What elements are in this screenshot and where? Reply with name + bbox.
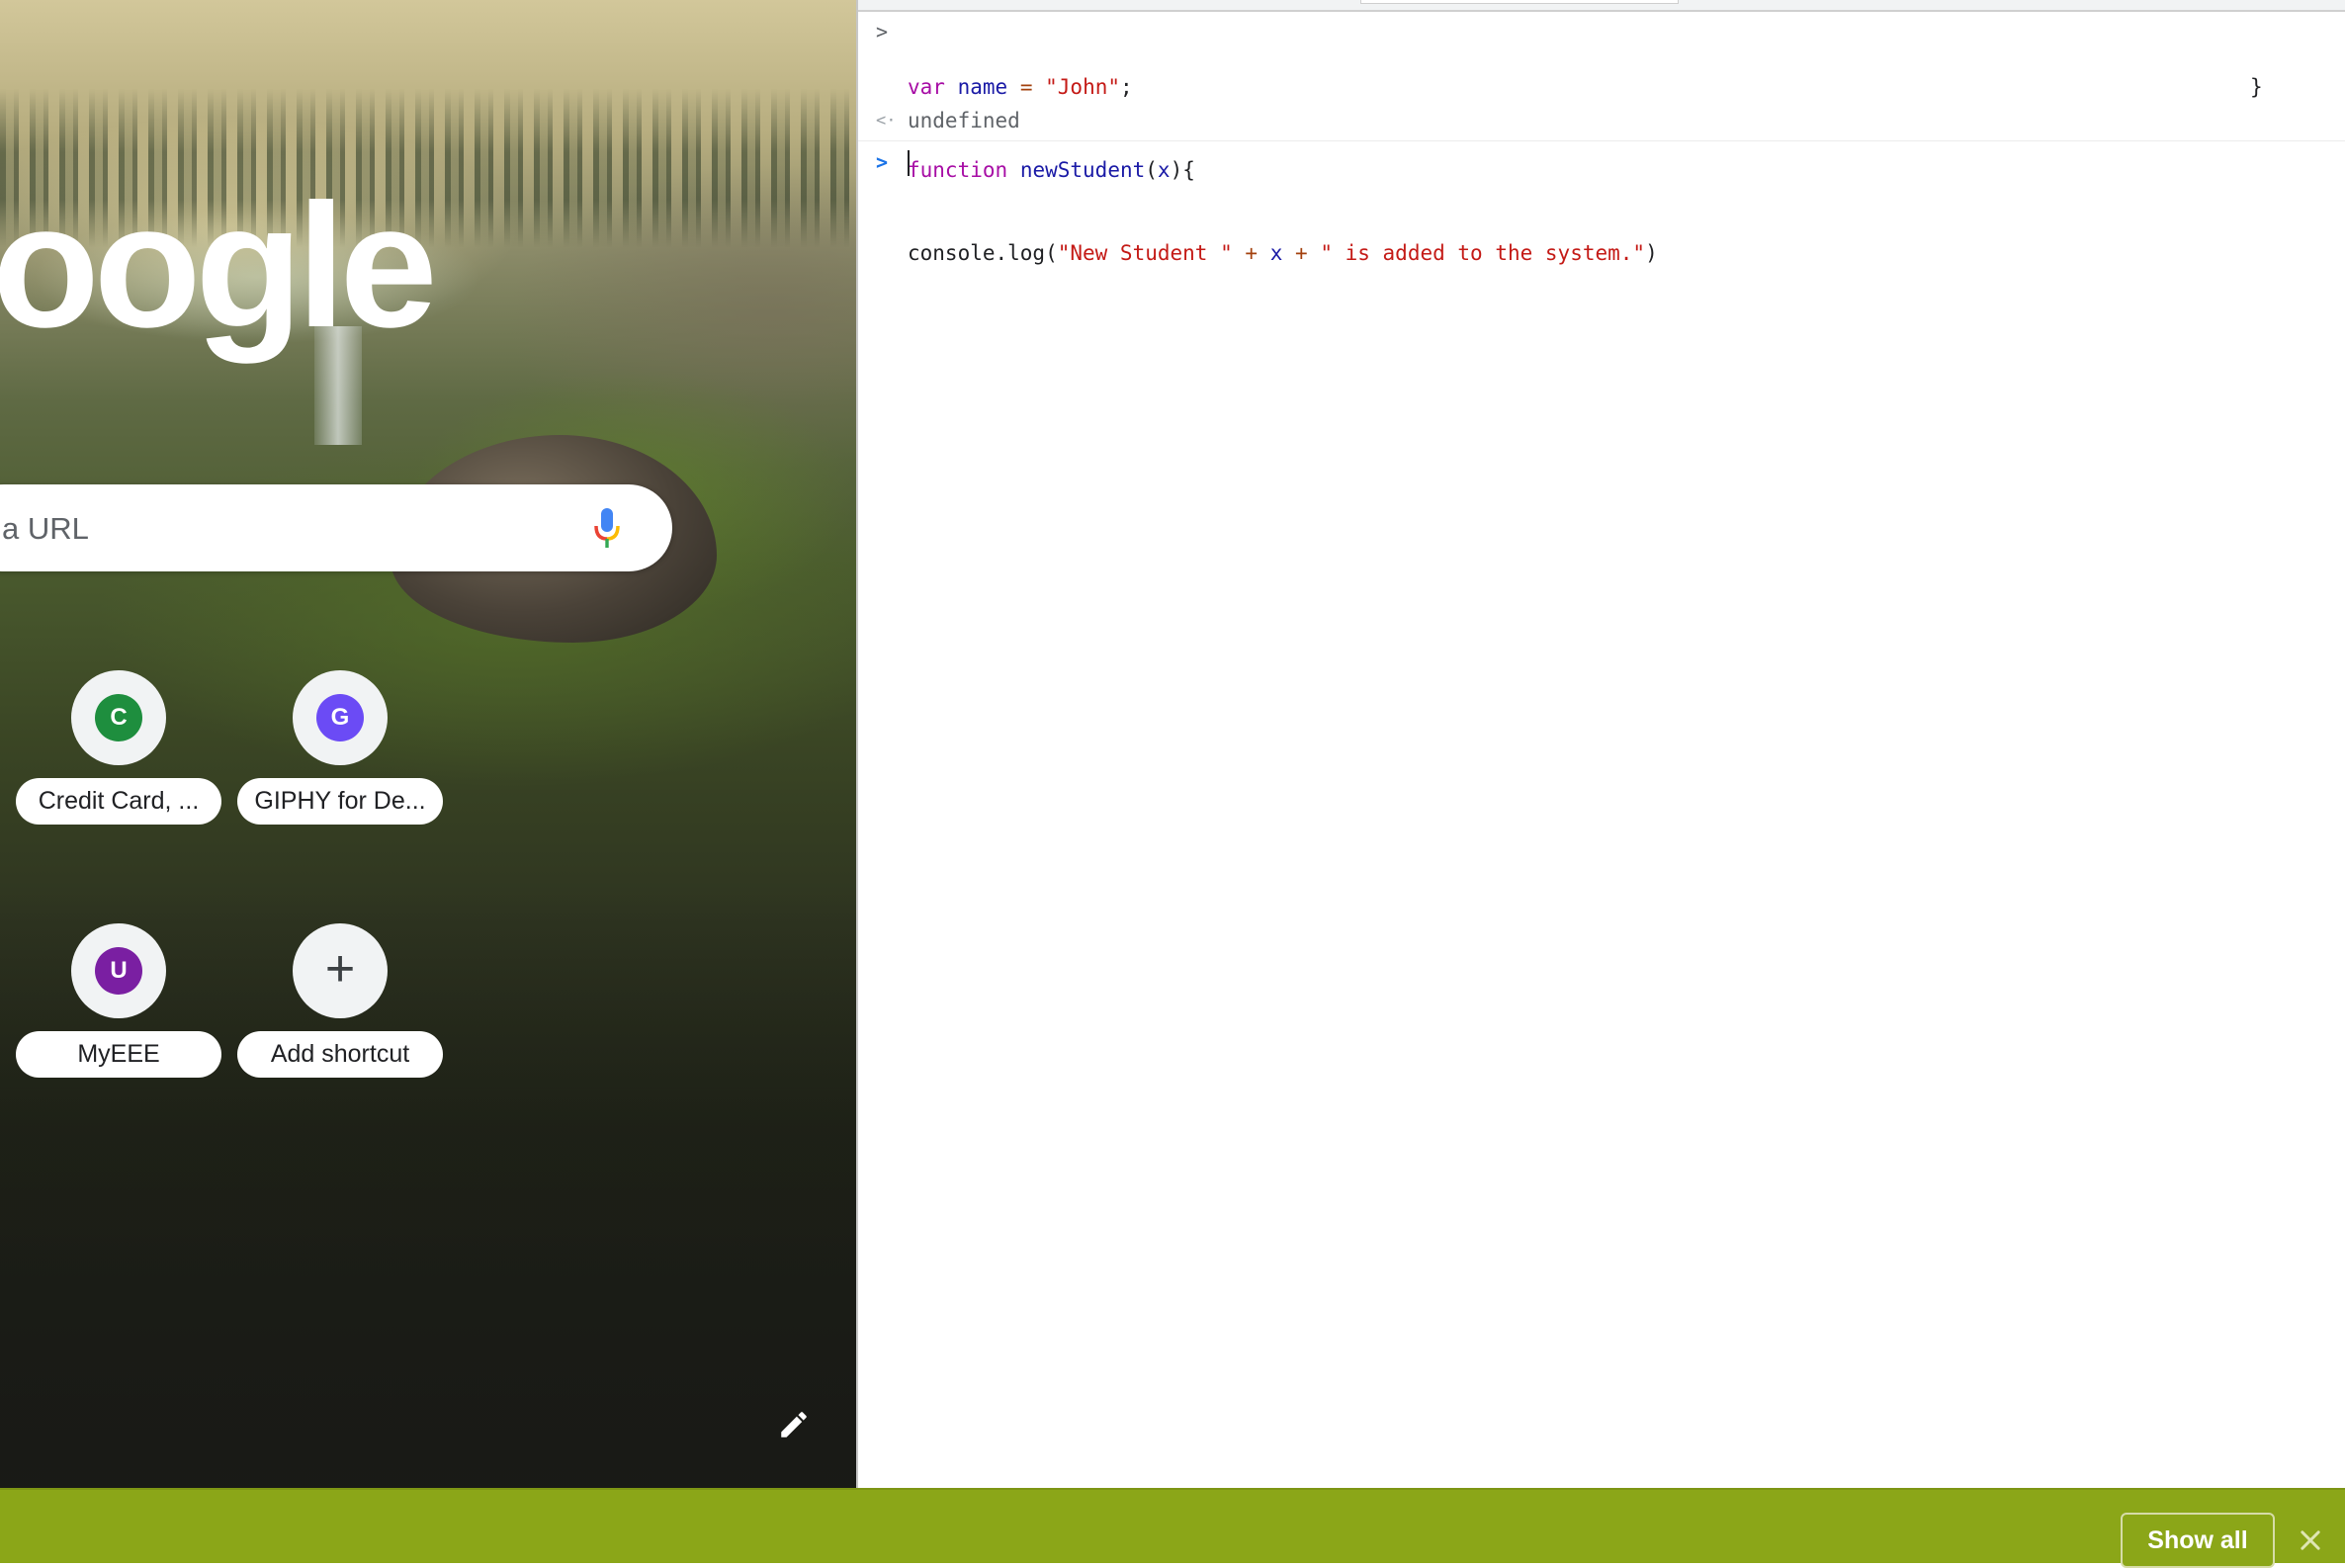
chevron-right-icon: > [876,150,889,174]
code-line-1: var name = "John"; [908,75,1133,99]
add-shortcut-button[interactable]: + Add shortcut [237,923,443,1101]
new-tab-page: oogle C Credit Card, ... G GIPHY for De.… [0,0,856,1488]
shortcut-icon-circle: C [71,670,166,765]
console-divider [858,140,2345,141]
shortcut-label: MyEEE [16,1031,221,1078]
show-all-button[interactable]: Show all [2121,1513,2275,1568]
shortcut-label: Add shortcut [237,1031,443,1078]
google-logo: oogle [0,167,438,364]
devtools-console: > var name = "John"; function newStudent… [856,0,2345,1488]
shortcut-icon-circle: + [293,923,388,1018]
shortcut-giphy[interactable]: G GIPHY for De... [237,670,443,848]
shortcut-myeee[interactable]: U MyEEE [16,923,221,1101]
shortcut-label: GIPHY for De... [237,778,443,825]
result-arrow-icon: <· [876,111,897,131]
myeee-favicon-icon: U [95,947,142,995]
search-input[interactable] [0,484,538,573]
console-input-field[interactable] [908,148,910,176]
shortcut-icon-circle: U [71,923,166,1018]
search-box[interactable] [0,484,672,573]
shortcut-label: Credit Card, ... [16,778,221,825]
chevron-right-icon: > [876,20,889,44]
code-closing-brace: } [2250,75,2263,99]
code-line-2: function newStudent(x){ [908,158,1195,182]
devtools-top-bar [858,0,2345,12]
download-bar: Show all [0,1488,2345,1568]
pencil-icon[interactable] [777,1408,811,1441]
plus-icon: + [324,940,356,998]
shortcut-icon-circle: G [293,670,388,765]
devtools-tab-edge [1360,0,1679,4]
shortcut-credit-card[interactable]: C Credit Card, ... [16,670,221,848]
code-line-3: console.log("New Student " + x + " is ad… [908,241,1658,265]
text-caret [908,150,910,176]
close-icon[interactable] [2297,1526,2324,1554]
microphone-icon[interactable] [591,506,623,550]
console-code-block[interactable]: var name = "John"; function newStudent(x… [908,18,1658,322]
giphy-favicon-icon: G [316,694,364,741]
console-result-value: undefined [908,109,1020,132]
credit-card-favicon-icon: C [95,694,142,741]
